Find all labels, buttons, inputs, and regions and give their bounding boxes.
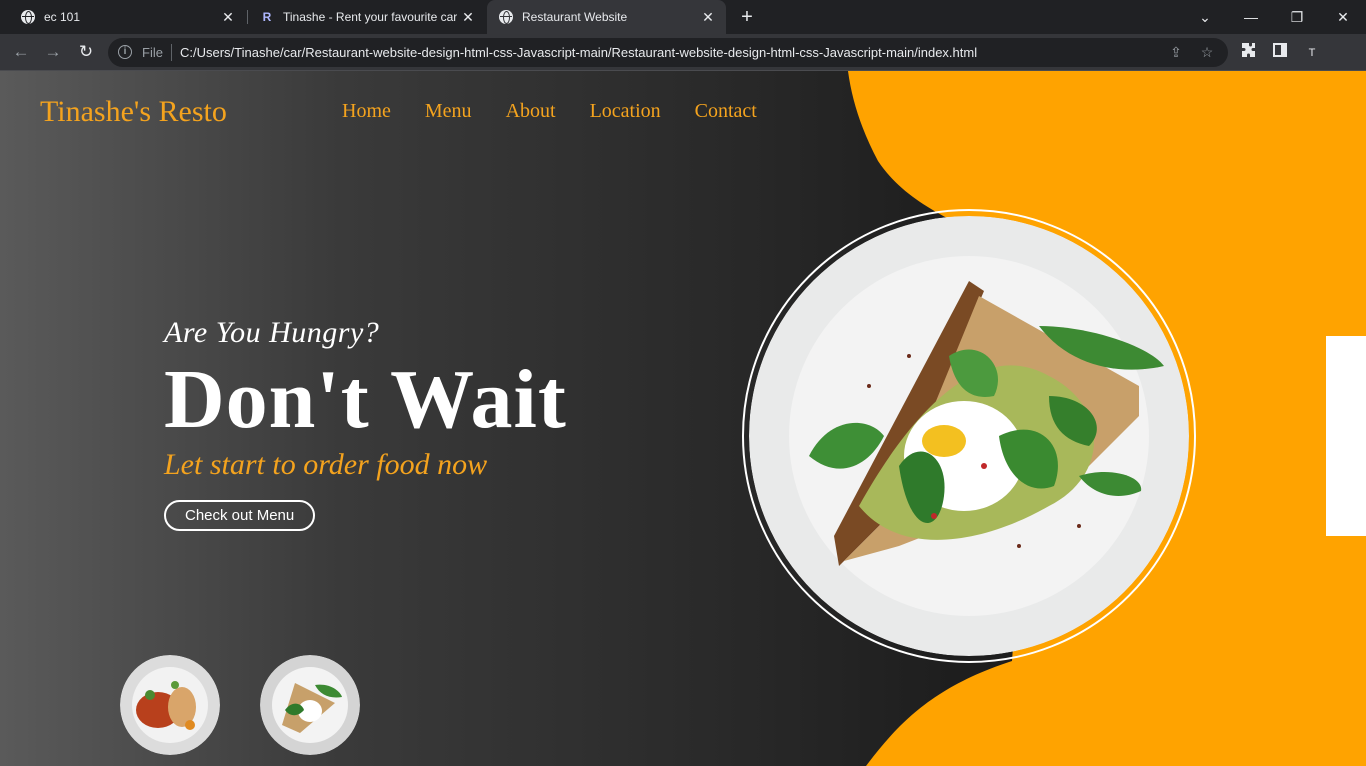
check-out-menu-button[interactable]: Check out Menu xyxy=(164,500,316,531)
star-icon[interactable]: ☆ xyxy=(1198,43,1216,61)
globe-icon xyxy=(499,10,513,24)
tab-title: Restaurant Website xyxy=(522,10,628,24)
share-icon[interactable]: ⇪ xyxy=(1167,43,1185,61)
site-logo[interactable]: Tinashe's Resto xyxy=(40,95,227,129)
browser-toolbar: ← → ↻ i File C:/Users/Tinashe/car/Restau… xyxy=(0,34,1366,71)
reload-icon[interactable]: ↻ xyxy=(76,42,96,62)
nav-location[interactable]: Location xyxy=(590,100,661,123)
file-label: File xyxy=(142,45,163,60)
hero-section: Are You Hungry? Don't Wait Let start to … xyxy=(164,316,567,531)
main-nav: Home Menu About Location Contact xyxy=(342,100,757,123)
side-white-panel xyxy=(1326,336,1366,536)
food-thumbnail-1[interactable] xyxy=(120,655,220,755)
info-icon[interactable]: i xyxy=(118,45,132,59)
tab-ec101[interactable]: ec 101 ✕ xyxy=(8,0,246,34)
globe-icon xyxy=(21,10,35,24)
url-text[interactable]: C:/Users/Tinashe/car/Restaurant-website-… xyxy=(180,45,977,60)
tab-rent-car[interactable]: R Tinashe - Rent your favourite car ✕ xyxy=(248,0,486,34)
restore-icon[interactable]: ❐ xyxy=(1286,6,1308,28)
forward-icon[interactable]: → xyxy=(43,42,63,62)
nav-contact[interactable]: Contact xyxy=(695,100,757,123)
extensions-icon[interactable] xyxy=(1238,42,1258,62)
minimize-icon[interactable]: — xyxy=(1240,6,1262,28)
hero-subtitle: Are You Hungry? xyxy=(164,316,380,349)
nav-home[interactable]: Home xyxy=(342,100,391,123)
profile-avatar[interactable]: T xyxy=(1302,43,1322,63)
hero-food-image xyxy=(749,216,1189,656)
url-divider xyxy=(171,44,172,61)
food-thumbnail-2[interactable] xyxy=(260,655,360,755)
tab-restaurant-website[interactable]: Restaurant Website ✕ xyxy=(487,0,726,34)
restaurant-page: Tinashe's Resto Home Menu About Location… xyxy=(0,71,1366,766)
new-tab-button[interactable]: + xyxy=(737,7,757,27)
tab-search-chevron-icon[interactable]: ⌄ xyxy=(1194,6,1216,28)
hero-tagline: Let start to order food now xyxy=(164,448,488,481)
hero-title: Don't Wait xyxy=(164,353,567,446)
back-icon[interactable]: ← xyxy=(11,42,31,62)
tab-title: Tinashe - Rent your favourite car xyxy=(283,10,458,24)
side-panel-icon[interactable] xyxy=(1270,42,1290,62)
r-favicon-icon: R xyxy=(262,10,272,24)
close-window-icon[interactable]: ✕ xyxy=(1332,6,1354,28)
close-icon[interactable]: ✕ xyxy=(700,9,716,25)
close-icon[interactable]: ✕ xyxy=(220,9,236,25)
nav-about[interactable]: About xyxy=(506,100,556,123)
address-bar[interactable]: i File C:/Users/Tinashe/car/Restaurant-w… xyxy=(108,38,1228,67)
nav-menu[interactable]: Menu xyxy=(425,100,472,123)
close-icon[interactable]: ✕ xyxy=(460,9,476,25)
tab-strip: ec 101 ✕ R Tinashe - Rent your favourite… xyxy=(0,0,1366,34)
tab-title: ec 101 xyxy=(44,10,81,24)
